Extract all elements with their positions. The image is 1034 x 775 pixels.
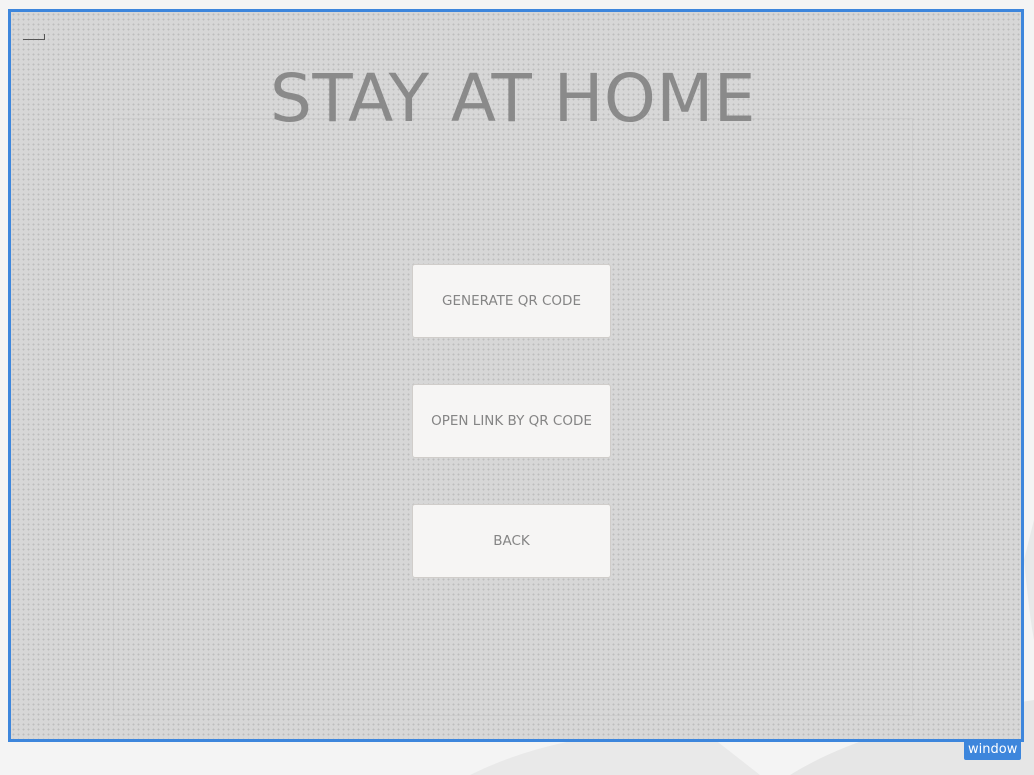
back-button[interactable]: BACK [412,504,611,578]
page-title: STAY AT HOME [270,60,756,137]
window-corner-mark [23,34,45,40]
desktop: STAY AT HOME GENERATE QR CODE OPEN LINK … [0,0,1034,775]
window-label-badge: window [964,740,1022,760]
app-window: STAY AT HOME GENERATE QR CODE OPEN LINK … [8,9,1024,742]
open-link-by-qr-code-button[interactable]: OPEN LINK BY QR CODE [412,384,611,458]
generate-qr-code-button[interactable]: GENERATE QR CODE [412,264,611,338]
